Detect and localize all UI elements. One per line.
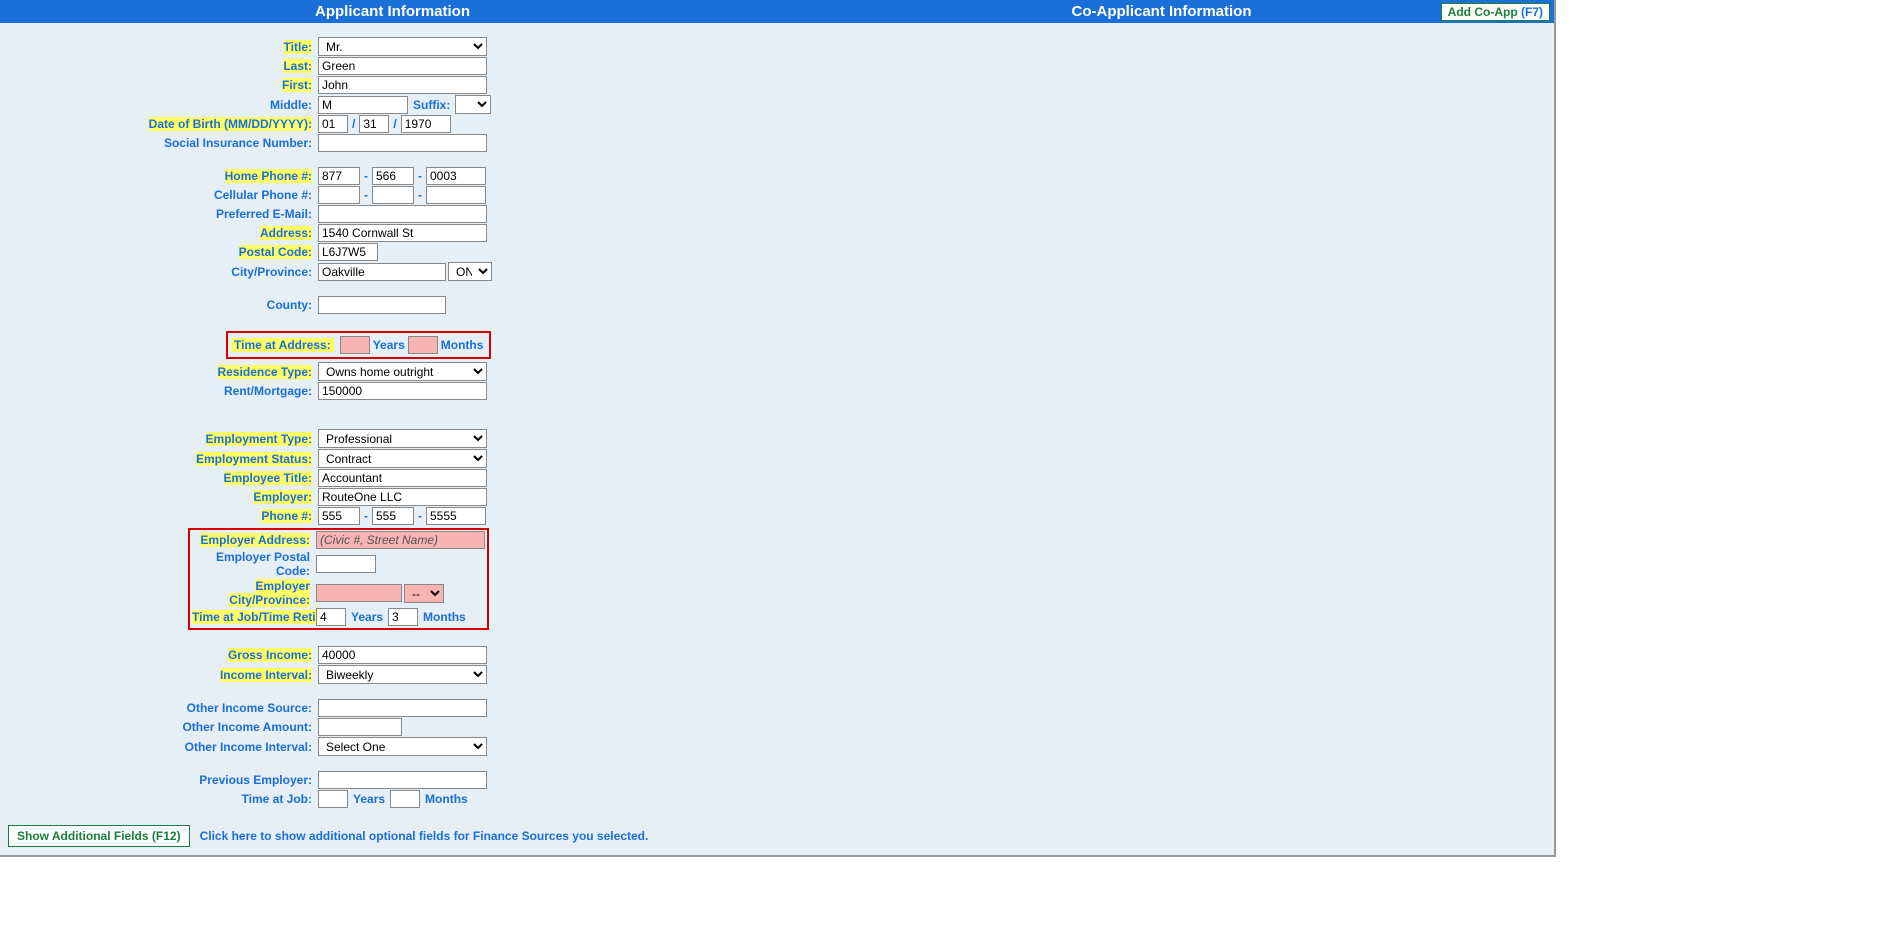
label-time-addr: Time at Address: <box>231 338 334 352</box>
label-emp-type: Employment Type: <box>206 432 312 446</box>
add-coapp-button[interactable]: Add Co-App (F7) <box>1441 3 1550 21</box>
prev-employer-input[interactable] <box>318 771 487 789</box>
label-emp-title: Employee Title: <box>224 471 312 485</box>
label-prev-employer: Previous Employer: <box>199 773 312 787</box>
other-interval-select[interactable]: Select One <box>318 737 487 756</box>
title-select[interactable]: Mr. <box>318 37 487 56</box>
label-residence-type: Residence Type: <box>218 365 312 379</box>
label-income-interval: Income Interval: <box>220 668 312 682</box>
addr-years-input[interactable] <box>340 336 370 354</box>
employer-info-validation: Employer Address: Employer Postal Code: … <box>188 528 489 630</box>
label-prev-time: Time at Job: <box>242 792 312 806</box>
county-input[interactable] <box>318 296 446 314</box>
label-rent-mortgage: Rent/Mortgage: <box>224 384 312 398</box>
last-input[interactable] <box>318 57 487 75</box>
suffix-select[interactable] <box>455 95 491 114</box>
address-input[interactable] <box>318 224 487 242</box>
cell-phone-3[interactable] <box>426 186 486 204</box>
label-employer: Employer: <box>253 490 312 504</box>
emp-status-select[interactable]: Contract <box>318 449 487 468</box>
prev-months-input[interactable] <box>390 790 420 808</box>
label-suffix: Suffix: <box>410 98 453 112</box>
label-dob: Date of Birth (MM/DD/YYYY): <box>149 117 312 131</box>
home-phone-3[interactable] <box>426 167 486 185</box>
emp-city-input[interactable] <box>316 584 402 602</box>
dob-mm-input[interactable] <box>318 115 348 133</box>
label-title: Title: <box>284 40 312 54</box>
label-gross-income: Gross Income: <box>228 648 312 662</box>
middle-input[interactable] <box>318 96 408 114</box>
footer-row: Show Additional Fields (F12) Click here … <box>0 819 1554 855</box>
label-email: Preferred E-Mail: <box>216 207 312 221</box>
emp-type-select[interactable]: Professional <box>318 429 487 448</box>
label-address: Address: <box>260 226 312 240</box>
label-emp-phone: Phone #: <box>261 509 312 523</box>
residence-type-select[interactable]: Owns home outright <box>318 362 487 381</box>
label-other-amount: Other Income Amount: <box>182 720 312 734</box>
form-area: Title: Mr. Last: First: Middle: Suffix: <box>0 23 1554 819</box>
header-bar: Applicant Information Co-Applicant Infor… <box>0 0 1554 23</box>
label-emp-addr: Employer Address: <box>200 533 310 547</box>
gross-income-input[interactable] <box>318 646 487 664</box>
label-first: First: <box>282 78 312 92</box>
label-other-source: Other Income Source: <box>187 701 312 715</box>
sin-input[interactable] <box>318 134 487 152</box>
dob-yyyy-input[interactable] <box>401 115 451 133</box>
income-interval-select[interactable]: Biweekly <box>318 665 487 684</box>
postal-input[interactable] <box>318 243 378 261</box>
label-cell-phone: Cellular Phone #: <box>214 188 312 202</box>
time-at-address-validation: Time at Address: Years Months <box>226 331 491 359</box>
label-sin: Social Insurance Number: <box>164 136 312 150</box>
label-other-interval: Other Income Interval: <box>185 740 312 754</box>
cell-phone-2[interactable] <box>372 186 414 204</box>
rent-mortgage-input[interactable] <box>318 382 487 400</box>
emp-prov-select[interactable]: -- <box>404 584 444 603</box>
label-home-phone: Home Phone #: <box>225 169 312 183</box>
job-months-input[interactable] <box>388 608 418 626</box>
label-emp-city-prov: Employer City/Province: <box>229 579 310 607</box>
home-phone-2[interactable] <box>372 167 414 185</box>
header-coapplicant: Co-Applicant Information <box>777 3 1546 20</box>
emp-addr-input[interactable] <box>316 531 485 549</box>
job-years-input[interactable] <box>316 608 346 626</box>
emp-phone-1[interactable] <box>318 507 360 525</box>
other-source-input[interactable] <box>318 699 487 717</box>
label-last: Last: <box>283 59 312 73</box>
home-phone-1[interactable] <box>318 167 360 185</box>
cell-phone-1[interactable] <box>318 186 360 204</box>
label-middle: Middle: <box>270 98 312 112</box>
footer-help-text[interactable]: Click here to show additional optional f… <box>200 829 649 843</box>
show-additional-fields-button[interactable]: Show Additional Fields (F12) <box>8 825 190 847</box>
emp-postal-input[interactable] <box>316 555 376 573</box>
prev-years-input[interactable] <box>318 790 348 808</box>
province-select[interactable]: ON <box>448 262 492 281</box>
other-amount-input[interactable] <box>318 718 402 736</box>
emp-phone-3[interactable] <box>426 507 486 525</box>
label-county: County: <box>267 298 312 312</box>
label-postal: Postal Code: <box>239 245 312 259</box>
employer-input[interactable] <box>318 488 487 506</box>
emp-phone-2[interactable] <box>372 507 414 525</box>
city-input[interactable] <box>318 263 446 281</box>
dob-dd-input[interactable] <box>359 115 389 133</box>
emp-title-input[interactable] <box>318 469 487 487</box>
label-emp-postal: Employer Postal Code: <box>216 550 310 578</box>
header-applicant: Applicant Information <box>8 3 777 20</box>
addr-months-input[interactable] <box>408 336 438 354</box>
label-emp-status: Employment Status: <box>196 452 312 466</box>
first-input[interactable] <box>318 76 487 94</box>
label-city-prov: City/Province: <box>231 265 312 279</box>
email-input[interactable] <box>318 205 487 223</box>
